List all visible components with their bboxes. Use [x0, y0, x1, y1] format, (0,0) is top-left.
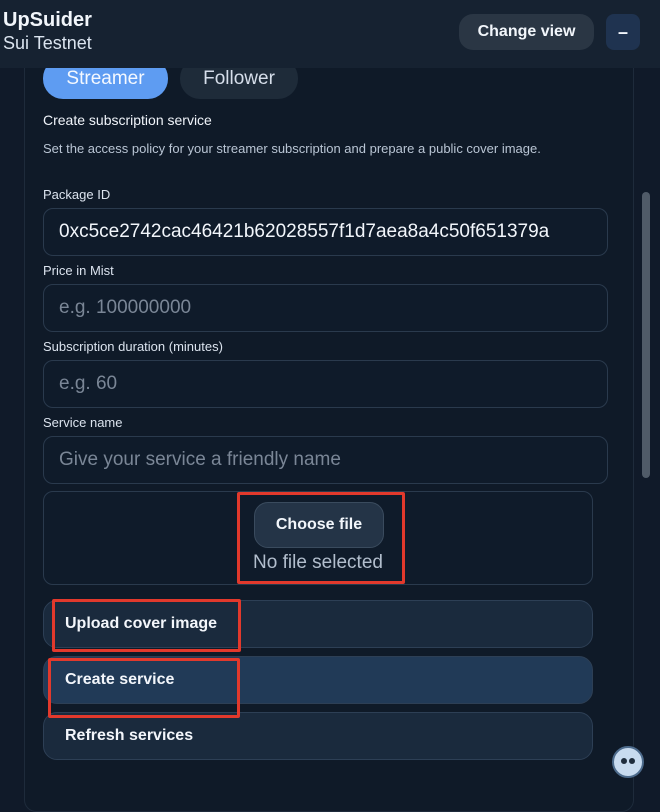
duration-label: Subscription duration (minutes)	[43, 339, 223, 354]
service-name-label: Service name	[43, 415, 123, 430]
droplet-face-icon[interactable]	[612, 746, 644, 778]
service-name-input[interactable]: Give your service a friendly name	[43, 436, 608, 484]
network-name: Sui Testnet	[3, 33, 92, 53]
droplet-eye-left	[621, 758, 627, 764]
change-view-button[interactable]: Change view	[459, 14, 594, 50]
form-heading: Create subscription service	[43, 112, 212, 128]
form-description: Set the access policy for your streamer …	[43, 141, 541, 156]
package-id-input[interactable]: 0xc5ce2742cac46421b62028557f1d7aea8a4c50…	[43, 208, 608, 256]
minimize-button[interactable]: –	[606, 14, 640, 50]
duration-input[interactable]: e.g. 60	[43, 360, 608, 408]
price-input[interactable]: e.g. 100000000	[43, 284, 608, 332]
scrollbar-thumb[interactable]	[642, 192, 650, 478]
price-label: Price in Mist	[43, 263, 114, 278]
app-name: UpSuider	[3, 9, 92, 31]
droplet-eye-right	[629, 758, 635, 764]
highlight-box-create	[48, 658, 240, 718]
highlight-box-upload	[52, 599, 241, 652]
top-bar: UpSuider Sui Testnet Change view –	[0, 0, 660, 68]
refresh-services-label: Refresh services	[65, 727, 194, 744]
highlight-box-file	[237, 492, 405, 584]
refresh-services-button[interactable]: Refresh services	[43, 712, 593, 760]
package-id-label: Package ID	[43, 187, 111, 202]
